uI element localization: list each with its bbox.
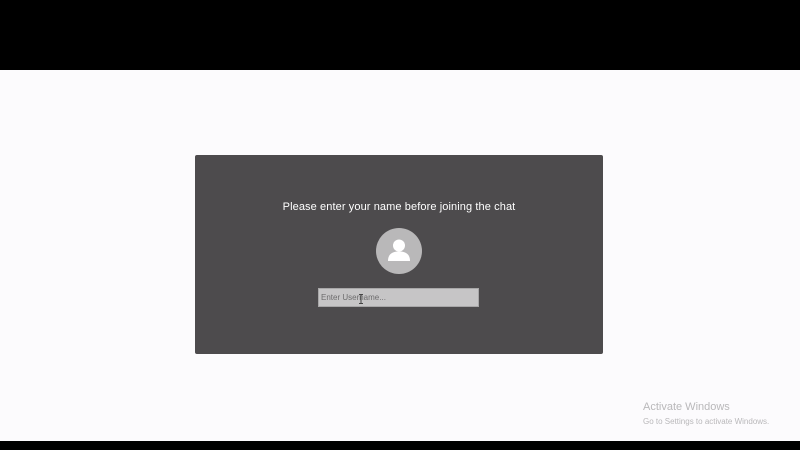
watermark-subtitle: Go to Settings to activate Windows. <box>643 417 770 426</box>
join-chat-card: Please enter your name before joining th… <box>195 155 603 354</box>
username-input[interactable] <box>318 288 479 307</box>
avatar <box>376 228 422 274</box>
letterbox-top <box>0 0 800 70</box>
letterbox-bottom <box>0 441 800 450</box>
join-prompt-text: Please enter your name before joining th… <box>282 201 516 213</box>
watermark-title: Activate Windows <box>643 401 730 413</box>
user-icon <box>388 239 410 261</box>
activate-windows-watermark: Activate Windows Go to Settings to activ… <box>643 401 769 427</box>
page-background: Please enter your name before joining th… <box>0 70 800 441</box>
text-cursor-icon <box>359 294 363 304</box>
